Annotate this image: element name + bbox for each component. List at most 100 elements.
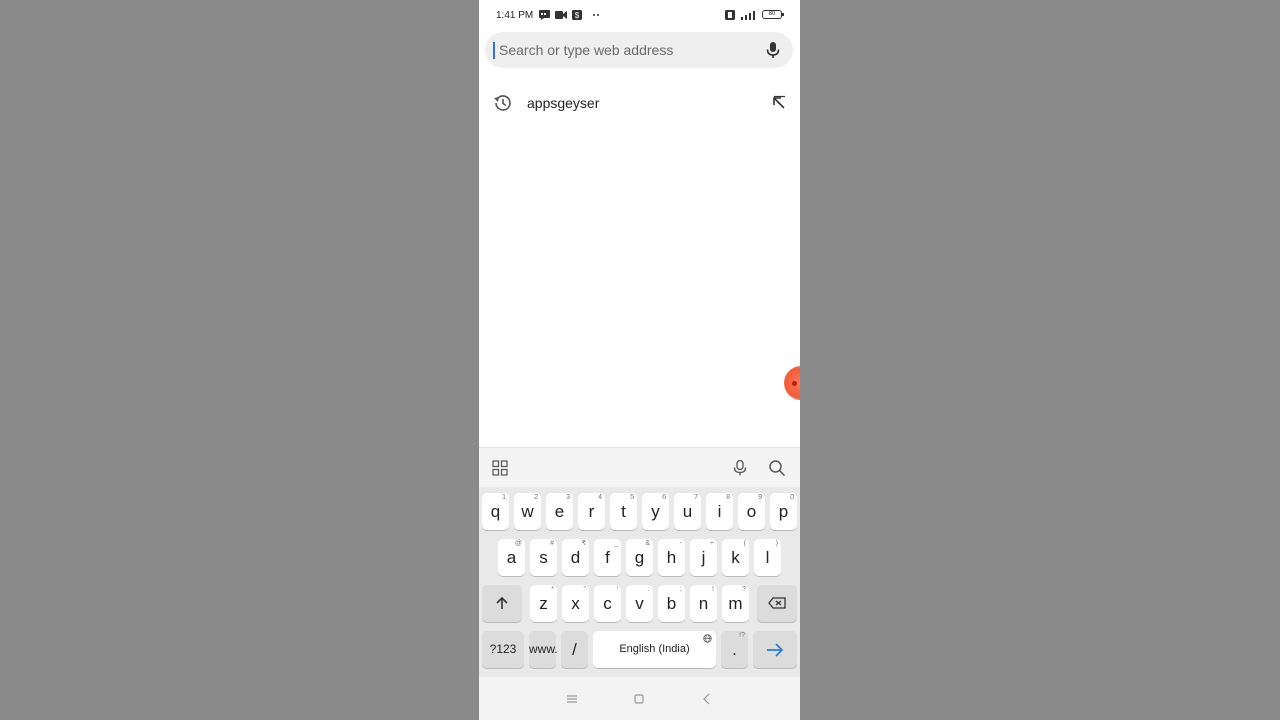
suggestion-label: appsgeyser [527,95,600,111]
message-icon [539,10,550,20]
key-label: u [682,502,693,521]
key-p[interactable]: p0 [770,493,797,530]
key-label: v [635,594,644,613]
key-hint: # [550,540,554,547]
enter-key[interactable] [753,631,797,668]
shift-key[interactable] [482,585,522,622]
key-z[interactable]: z * [530,585,557,622]
key-hint: 1 [502,494,506,501]
menu-icon[interactable] [565,692,579,706]
microphone-icon[interactable] [763,40,783,60]
key-hint: - [679,540,682,547]
key-hint: " [583,586,587,593]
history-icon [492,92,514,114]
period-key[interactable]: .!? [721,631,748,668]
key-label: s [539,548,548,567]
key-hint: 6 [662,494,666,501]
phone-screen: 1:41 PM $ 80 Search or type web address [479,0,800,720]
key-label: m [728,594,743,613]
key-hint: !? [739,632,745,639]
key-hint: @ [514,540,522,547]
backspace-icon [768,597,786,609]
backspace-key[interactable] [757,585,797,622]
key-label: p [778,502,789,521]
key-x[interactable]: x " [562,585,589,622]
key-e[interactable]: e3 [546,493,573,530]
key-label: t [621,502,626,521]
keyboard-toolbar [479,447,800,488]
key-label: b [666,594,677,613]
key-label: r [588,502,595,521]
key-hint: : [648,586,650,593]
key-a[interactable]: a @ [498,539,525,576]
key-hint: ₹ [581,540,586,547]
text-cursor [493,42,495,59]
space-label: English (India) [619,643,690,655]
key-i[interactable]: i8 [706,493,733,530]
key-c[interactable]: c ' [594,585,621,622]
key-l[interactable]: l) [754,539,781,576]
key-hint: * [551,586,554,593]
keyboard: q1 w2 e3 r4 t5 y6 u7 i8 o9 p0 a @ s # d ₹ f… [479,487,800,677]
key-hint: 0 [790,494,794,501]
grid-icon[interactable] [492,460,508,476]
fill-arrow-icon[interactable] [771,95,787,111]
key-u[interactable]: u7 [674,493,701,530]
key-s[interactable]: s # [530,539,557,576]
key-m[interactable]: m? [722,585,749,622]
key-hint: ' [616,586,618,593]
address-bar[interactable]: Search or type web address [485,32,793,68]
key-t[interactable]: t5 [610,493,637,530]
key-k[interactable]: k( [722,539,749,576]
search-input[interactable]: Search or type web address [499,42,673,58]
slash-key[interactable]: / [561,631,588,668]
navigation-bar [479,677,800,720]
more-dots-icon [592,10,600,20]
record-dot-icon [792,381,797,386]
key-q[interactable]: q1 [482,493,509,530]
key-g[interactable]: g & [626,539,653,576]
key-hint: 4 [598,494,602,501]
key-r[interactable]: r4 [578,493,605,530]
suggestion-item[interactable]: appsgeyser [479,84,800,122]
key-f[interactable]: f _ [594,539,621,576]
key-b[interactable]: b; [658,585,685,622]
svg-text:$: $ [575,11,580,20]
key-label: d [570,548,581,567]
key-o[interactable]: o9 [738,493,765,530]
key-label: l [765,548,770,567]
shift-arrow-icon [496,596,508,609]
key-n[interactable]: n! [690,585,717,622]
space-key[interactable]: English (India) [593,631,716,668]
enter-arrow-icon [767,643,784,657]
key-h[interactable]: h- [658,539,685,576]
back-icon[interactable] [700,692,714,706]
status-time: 1:41 PM [496,10,534,21]
key-label: k [731,548,740,567]
home-icon[interactable] [632,692,646,706]
key-hint: ! [712,586,714,593]
key-hint: 7 [694,494,698,501]
key-label: w [521,502,534,521]
keyboard-microphone-icon[interactable] [731,459,749,477]
key-y[interactable]: y6 [642,493,669,530]
key-hint: ( [743,540,746,547]
key-v[interactable]: v: [626,585,653,622]
key-label: e [554,502,565,521]
key-w[interactable]: w2 [514,493,541,530]
key-hint: 8 [726,494,730,501]
key-label: j [701,548,706,567]
key-hint: 3 [566,494,570,501]
search-icon[interactable] [768,459,786,477]
symbols-key[interactable]: ?123 [482,631,524,668]
key-label: h [666,548,677,567]
battery-indicator: 80 [762,10,784,19]
key-hint: ? [742,586,746,593]
key-j[interactable]: j + [690,539,717,576]
www-key[interactable]: www. [529,631,558,668]
key-label: i [717,502,722,521]
key-hint: 5 [630,494,634,501]
floating-record-button[interactable] [784,366,800,400]
key-d[interactable]: d ₹ [562,539,589,576]
key-hint: & [645,540,650,547]
